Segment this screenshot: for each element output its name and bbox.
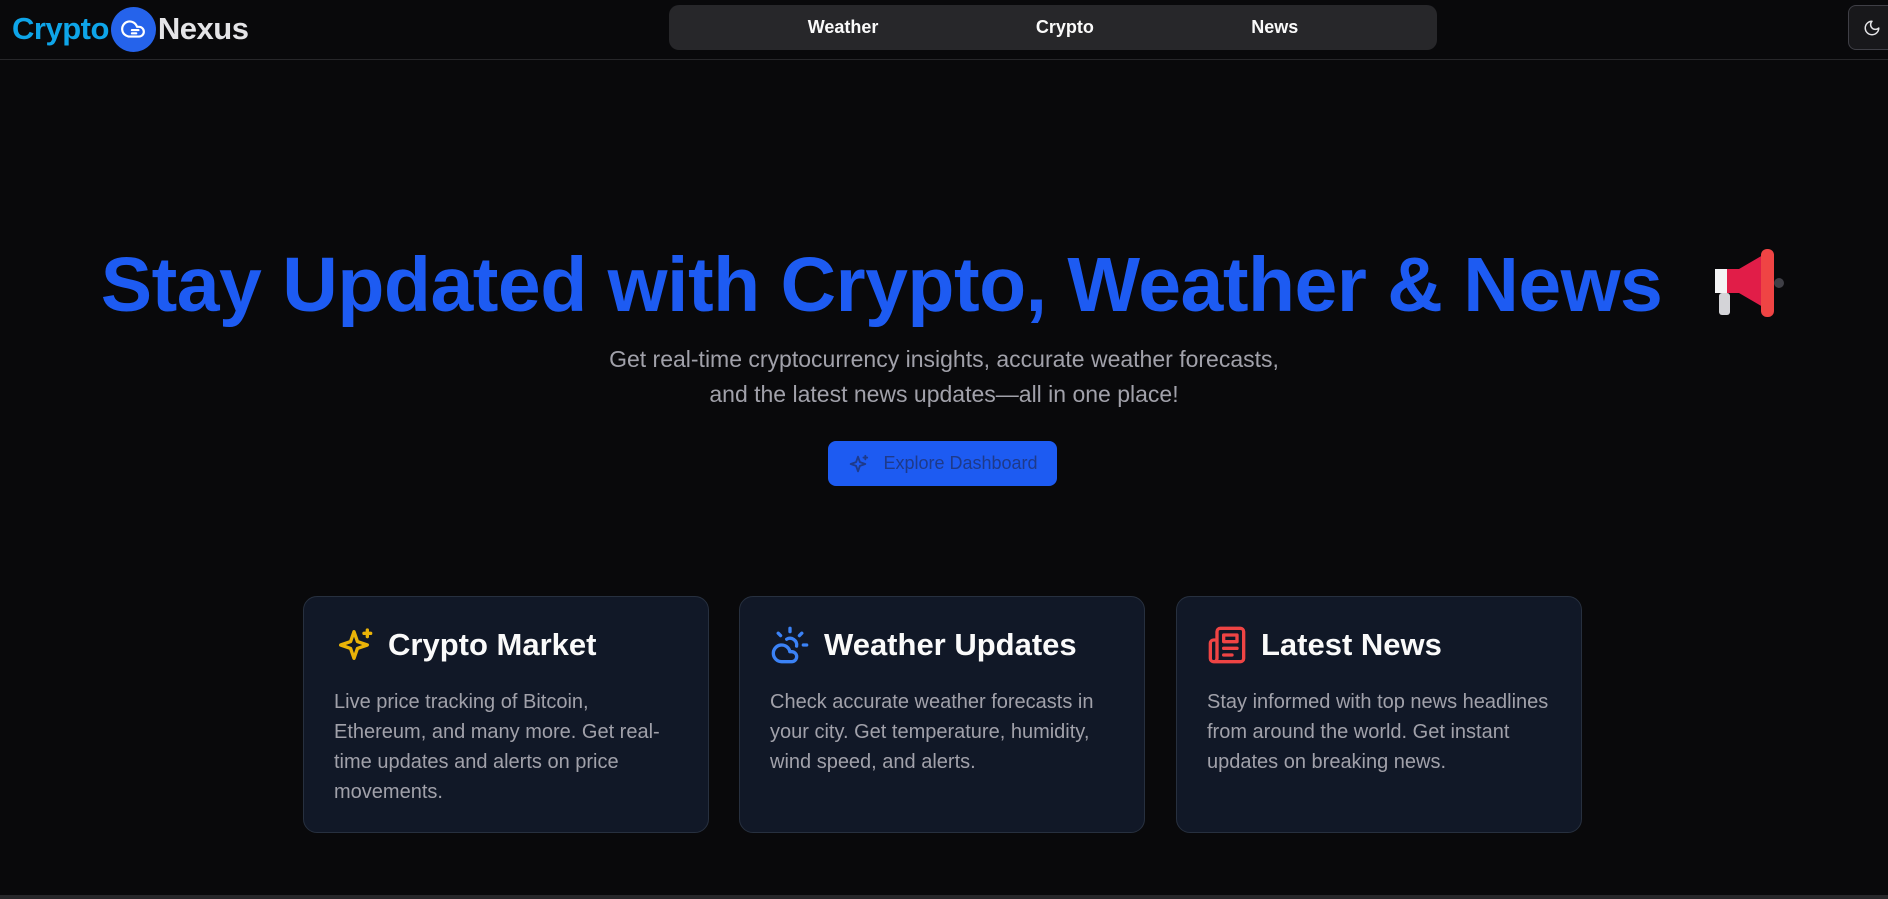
page: Crypto Nexus Weather Crypto News Stay Up…: [0, 0, 1888, 899]
hero-subtitle: Get real-time cryptocurrency insights, a…: [544, 342, 1344, 412]
top-navbar: Crypto Nexus Weather Crypto News: [0, 0, 1888, 60]
footer-divider: [0, 895, 1888, 899]
brand-name-part2: Nexus: [157, 11, 249, 46]
moon-icon: [1863, 19, 1881, 37]
megaphone-icon: [1711, 249, 1787, 340]
cloud-icon: [110, 6, 156, 52]
brand-logo-link[interactable]: Crypto Nexus: [12, 6, 249, 52]
main-nav: Weather Crypto News: [669, 5, 1437, 50]
explore-dashboard-label: Explore Dashboard: [883, 453, 1038, 473]
feature-card-crypto: Crypto Market Live price tracking of Bit…: [303, 596, 709, 833]
card-description: Live price tracking of Bitcoin, Ethereum…: [334, 691, 660, 803]
feature-card-news: Latest News Stay informed with top news …: [1176, 596, 1582, 833]
hero-title-text: Stay Updated with Crypto, Weather & News: [100, 242, 1663, 328]
card-title: Latest News: [1261, 627, 1442, 662]
nav-link-weather[interactable]: Weather: [790, 9, 897, 46]
hero-subtitle-line1: Get real-time cryptocurrency insights, a…: [609, 346, 1279, 372]
nav-link-news[interactable]: News: [1233, 9, 1316, 46]
theme-toggle-button[interactable]: [1848, 5, 1888, 50]
feature-card-weather: Weather Updates Check accurate weather f…: [739, 596, 1145, 833]
hero-subtitle-line2: and the latest news updates—all in one p…: [709, 381, 1179, 407]
card-description: Stay informed with top news headlines fr…: [1207, 691, 1549, 773]
card-description: Check accurate weather forecasts in your…: [770, 691, 1094, 773]
card-title: Weather Updates: [824, 627, 1077, 662]
explore-dashboard-button[interactable]: Explore Dashboard: [828, 441, 1057, 486]
nav-link-crypto[interactable]: Crypto: [1018, 9, 1112, 46]
cloud-sun-icon: [770, 625, 810, 665]
hero-title: Stay Updated with Crypto, Weather & News: [0, 240, 1888, 340]
newspaper-icon: [1207, 625, 1247, 665]
sparkles-icon: [334, 625, 374, 665]
sparkles-icon: [847, 453, 869, 475]
brand-name-part1: Crypto: [12, 11, 109, 46]
card-title: Crypto Market: [388, 627, 597, 662]
